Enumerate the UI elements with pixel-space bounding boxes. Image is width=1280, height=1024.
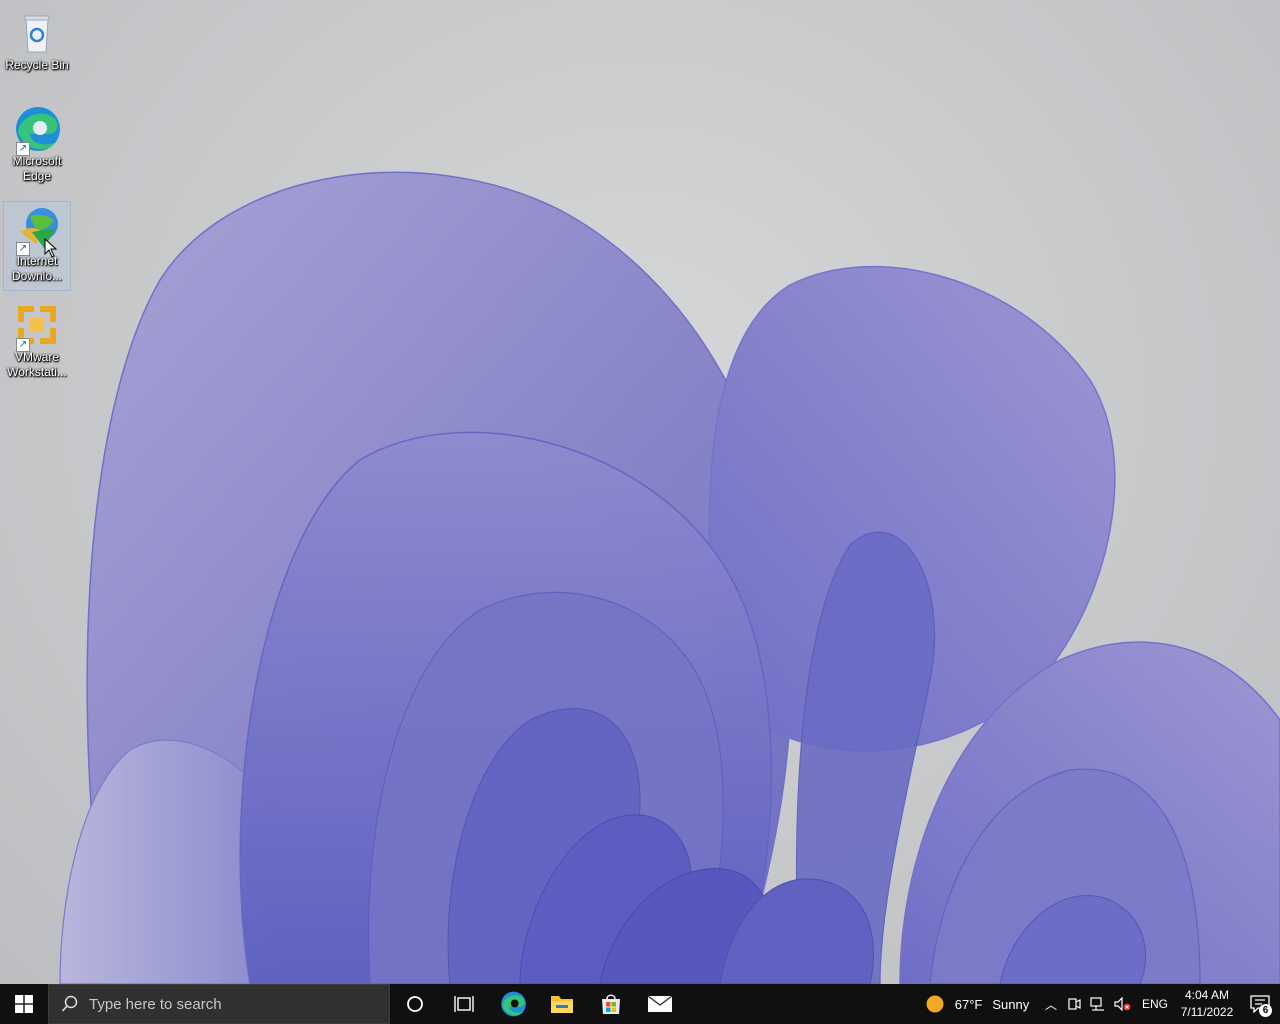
desktop-icon-label: VMware Workstati... [7,350,67,379]
network-icon [1090,997,1104,1011]
search-icon [61,995,78,1012]
edge-icon [500,991,526,1017]
notification-count-badge: 6 [1259,1004,1272,1017]
input-language-button[interactable]: ENG [1136,984,1174,1024]
desktop[interactable]: Recycle Bin ↗ Microsoft Edge ↗ Internet … [0,0,1280,984]
desktop-icon-vmware-workstation[interactable]: ↗ VMware Workstati... [4,298,70,386]
chevron-up-icon: ︿ [1044,997,1057,1012]
search-input[interactable]: Type here to search [48,984,390,1024]
start-button[interactable] [0,984,48,1024]
weather-widget[interactable]: 67°F Sunny [914,984,1040,1024]
show-hidden-icons-button[interactable]: ︿ [1040,984,1062,1024]
clock-time: 4:04 AM [1184,988,1230,1002]
windows-logo-icon [15,995,33,1013]
sun-icon [926,995,944,1013]
tray-meet-now-button[interactable] [1062,984,1086,1024]
task-view-button[interactable] [439,984,488,1024]
mail-icon [647,995,672,1012]
volume-button[interactable] [1110,984,1136,1024]
mouse-cursor-icon [44,238,58,258]
cortana-icon [406,996,423,1012]
recycle-bin-icon [12,8,62,58]
desktop-icon-microsoft-edge[interactable]: ↗ Microsoft Edge [4,102,70,190]
desktop-icon-internet-download-manager[interactable]: ↗ Internet Downlo... [3,201,71,291]
taskbar-edge-button[interactable] [488,984,537,1024]
search-placeholder: Type here to search [89,995,222,1013]
desktop-icon-label: Microsoft Edge [12,154,62,183]
taskbar-file-explorer-button[interactable] [537,984,586,1024]
device-icon [1068,998,1081,1010]
edge-icon: ↗ [12,104,62,156]
cortana-button[interactable] [390,984,439,1024]
file-explorer-icon [550,996,573,1013]
desktop-icon-recycle-bin[interactable]: Recycle Bin [4,6,70,94]
clock-date: 7/11/2022 [1180,1005,1234,1019]
language-indicator: ENG [1141,997,1168,1011]
network-button[interactable] [1086,984,1110,1024]
taskbar-store-button[interactable] [586,984,635,1024]
system-tray: 67°F Sunny ︿ ENG 4:04 AM 7/11/2022 6 [914,984,1280,1024]
desktop-icon-label: Recycle Bin [5,58,69,72]
wallpaper-bloom [59,171,1280,984]
shortcut-arrow-icon: ↗ [16,338,30,352]
weather-temperature: 67°F [954,996,983,1012]
vmware-workstation-icon: ↗ [12,300,62,352]
weather-condition: Sunny [992,996,1030,1012]
shortcut-arrow-icon: ↗ [16,142,30,156]
taskbar: Type here to search 67°F Sunny ︿ ENG 4:0… [0,984,1280,1024]
action-center-button[interactable]: 6 [1240,984,1280,1024]
desktop-icon-label: Internet Downlo... [11,254,63,283]
microsoft-store-icon [601,994,620,1014]
shortcut-arrow-icon: ↗ [16,242,30,256]
clock-button[interactable]: 4:04 AM 7/11/2022 [1174,984,1240,1024]
volume-muted-icon [1114,997,1131,1011]
task-view-icon [453,996,474,1012]
taskbar-mail-button[interactable] [635,984,684,1024]
